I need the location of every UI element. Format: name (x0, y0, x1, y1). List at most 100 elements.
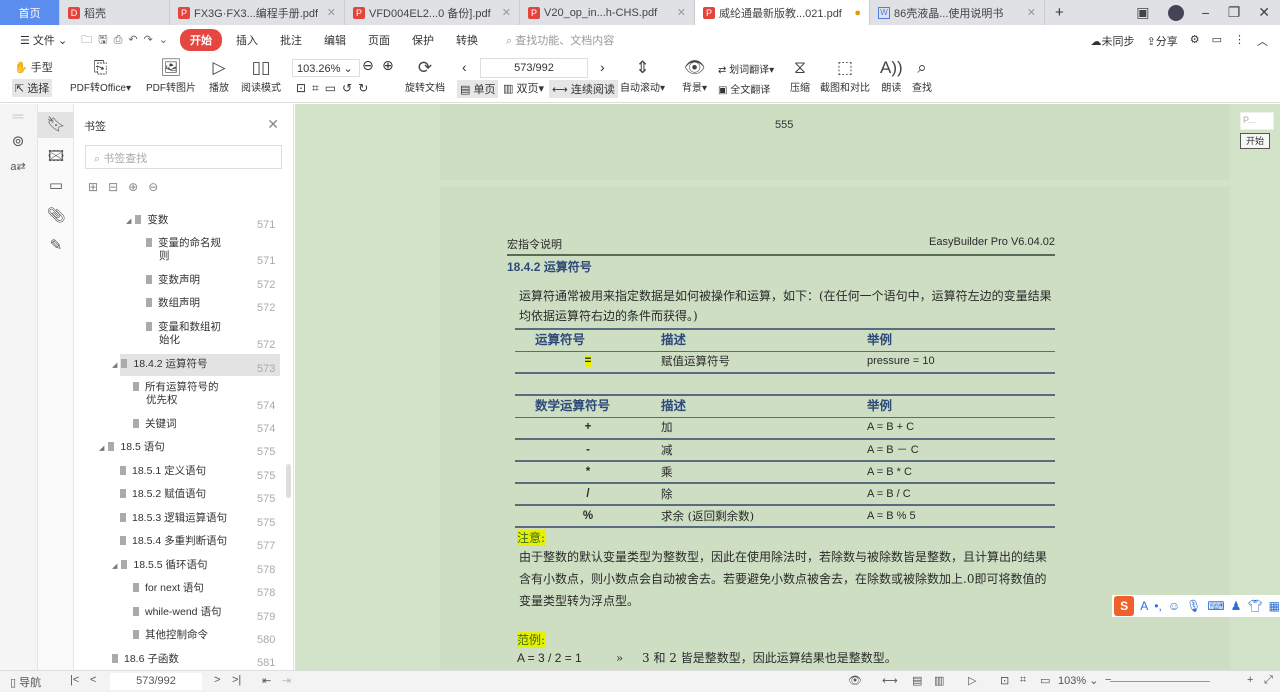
close-icon[interactable]: ✕ (327, 6, 336, 19)
bookmark-item[interactable]: 变量的命名规则 (146, 237, 226, 263)
bookmark-item[interactable]: for next 语句 (133, 582, 204, 595)
read-aloud-button[interactable]: A)) 朗读 (880, 57, 903, 94)
bookmark-item[interactable]: ◢ 18.5.5 循环语句 (112, 559, 208, 573)
zoom-out-icon[interactable]: ⊖ (362, 57, 374, 74)
collapse-all-icon[interactable]: ⊟ (108, 180, 118, 194)
menu-start[interactable]: 开始 (180, 29, 223, 51)
ime-mode-icon[interactable]: A (1140, 599, 1148, 613)
close-icon[interactable]: ✕ (1027, 6, 1036, 19)
skin-icon[interactable]: 👕︎ (1247, 599, 1262, 613)
zoom-select[interactable]: 103.26% ⌄ (292, 59, 360, 77)
bookmark-search-input[interactable]: ⌕ 书签查找 (85, 145, 282, 169)
close-icon[interactable]: ✕ (267, 116, 279, 133)
punctuation-icon[interactable]: •, (1154, 599, 1162, 613)
minimize-icon[interactable]: − (1202, 5, 1210, 21)
drag-handle-icon[interactable]: ═ (0, 108, 36, 125)
bookmark-item[interactable]: 其他控制命令 (133, 629, 208, 642)
menu-page[interactable]: 页面 (360, 32, 398, 48)
bookmark-item[interactable]: 18.5.3 逻辑运算语句 (120, 512, 227, 525)
collapse-icon[interactable]: ︿ (1257, 33, 1268, 49)
feature-search[interactable]: ⌕ 查找功能、文档内容 (506, 32, 614, 48)
zoom-out-icon[interactable]: − (1105, 674, 1111, 686)
compress-button[interactable]: ⧖ 压缩 (790, 57, 810, 94)
keyboard-icon[interactable]: ⌨ (1207, 599, 1224, 613)
double-page-icon[interactable]: ▥ (934, 674, 944, 687)
next-page-icon[interactable]: > (214, 674, 220, 686)
read-mode-button[interactable]: ▯▯ 阅读模式 (241, 57, 281, 94)
bookmark-item[interactable]: 18.5.2 赋值语句 (120, 488, 206, 501)
continuous-icon[interactable]: ⟷ (882, 674, 898, 687)
user-icon[interactable]: ♟ (1231, 599, 1242, 613)
settings-icon[interactable]: ⚙ (1190, 33, 1200, 49)
tab-home[interactable]: 首页 (0, 0, 60, 25)
comment-icon[interactable]: ▭ (38, 176, 74, 194)
pdf-to-image-button[interactable]: 🖼 PDF转图片 (146, 57, 196, 94)
mic-icon[interactable]: 🎙︎ (1186, 599, 1201, 613)
menu-insert[interactable]: 插入 (228, 32, 266, 48)
rotate-document-button[interactable]: ⟳ 旋转文档 (405, 57, 445, 94)
last-page-icon[interactable]: >| (232, 674, 241, 686)
add-bookmark-icon[interactable]: ⊕ (128, 180, 138, 194)
bookmark-icon[interactable]: 🔖︎ (38, 112, 74, 138)
sync-button[interactable]: ☁未同步 (1091, 33, 1135, 49)
continuous-read-button[interactable]: ⟷ 连续阅读 (549, 80, 618, 98)
toolbox-icon[interactable]: ▦ (1269, 599, 1280, 613)
translate-icon[interactable]: a⇄ (0, 160, 36, 173)
file-menu[interactable]: ☰ 文件 ⌄ (12, 32, 75, 48)
new-tab-button[interactable]: + (1045, 0, 1074, 25)
document-viewport[interactable]: 555 宏指令说明 EasyBuilder Pro V6.04.02 18.4.2… (295, 104, 1280, 670)
emoji-icon[interactable]: ☺ (1168, 599, 1180, 613)
bookmark-item[interactable]: 变数声明 (146, 274, 200, 287)
signature-icon[interactable]: ✎ (38, 236, 74, 254)
zoom-slider[interactable] (1110, 681, 1210, 682)
bookmark-item[interactable]: 变量和数组初始化 (146, 321, 226, 347)
find-button[interactable]: ⌕ 查找 (912, 57, 932, 94)
bookmark-item[interactable]: 数组声明 (146, 297, 200, 310)
zoom-select[interactable]: 103% ⌄ (1058, 674, 1098, 687)
menu-convert[interactable]: 转换 (448, 32, 486, 48)
prev-page-icon[interactable]: < (90, 674, 96, 686)
sogou-logo-icon[interactable]: S (1114, 596, 1135, 616)
close-window-icon[interactable]: ✕ (1258, 4, 1270, 21)
back-icon[interactable]: ⇤ (262, 674, 271, 687)
bookmark-item[interactable]: ◢ 变数 (126, 214, 168, 228)
bookmark-item[interactable]: 18.5.4 多重判断语句 (120, 535, 227, 548)
bookmark-item[interactable]: 所有运算符号的优先权 (133, 381, 226, 407)
play-icon[interactable]: ▷ (968, 674, 976, 687)
tab-document[interactable]: P VFD004EL2...0 备份].pdf ✕ (345, 0, 520, 25)
comment-icon[interactable]: ▭ (1212, 33, 1222, 49)
fullscreen-icon[interactable]: ⤢ (1264, 674, 1273, 687)
prev-page-icon[interactable]: ‹ (462, 59, 467, 75)
bookmark-item[interactable]: 18.5.1 定义语句 (120, 465, 206, 478)
bookmark-item[interactable]: ◢ 18.5 语句 (99, 441, 165, 455)
tab-daoke[interactable]: D 稻壳 (60, 0, 170, 25)
hand-tool[interactable]: ✋ 手型 (14, 59, 53, 75)
full-translate-button[interactable]: ▣ 全文翻译 (718, 81, 770, 96)
bookmark-item[interactable]: 18.6 子函数 (112, 653, 179, 666)
page-input[interactable]: 573/992 (110, 673, 202, 690)
actual-size-icon[interactable]: ⊡ (1000, 674, 1009, 687)
attachment-icon[interactable]: 📎︎ (38, 206, 74, 224)
bookmark-item-selected[interactable]: ◢ 18.4.2 运算符号 (112, 358, 208, 372)
fit-icons[interactable]: ⊡⌗▭↺↻ (296, 81, 374, 96)
page-input[interactable]: 573/992 (480, 58, 588, 78)
play-button[interactable]: ▷ 播放 (209, 57, 229, 94)
window-list-icon[interactable]: ▣ (1136, 4, 1149, 21)
menu-edit[interactable]: 编辑 (316, 32, 354, 48)
single-page-button[interactable]: ▤ 单页 (457, 80, 499, 98)
restore-icon[interactable]: ❐ (1228, 4, 1241, 21)
menu-protect[interactable]: 保护 (404, 32, 442, 48)
first-page-icon[interactable]: |< (70, 674, 79, 686)
share-button[interactable]: ⇪分享 (1147, 33, 1178, 49)
remove-bookmark-icon[interactable]: ⊖ (148, 180, 158, 194)
eye-protection-icon[interactable]: 👁 (848, 674, 862, 687)
bookmark-item[interactable]: while-wend 语句 (133, 606, 221, 619)
navigation-toggle[interactable]: ▯ 导航 (10, 674, 41, 690)
expand-all-icon[interactable]: ⊞ (88, 180, 98, 194)
quick-access-icons[interactable]: 🗀🖫⎙↶↷⌄ (81, 31, 174, 50)
screenshot-compare-button[interactable]: ⬚ 截图和对比 (820, 57, 870, 94)
fit-page-icon[interactable]: ⌗ (1020, 674, 1026, 687)
thumbnail-icon[interactable]: 🖾 (38, 146, 74, 171)
avatar[interactable] (1167, 4, 1184, 21)
word-translate-button[interactable]: ⇄ 划词翻译▾ (718, 61, 774, 76)
